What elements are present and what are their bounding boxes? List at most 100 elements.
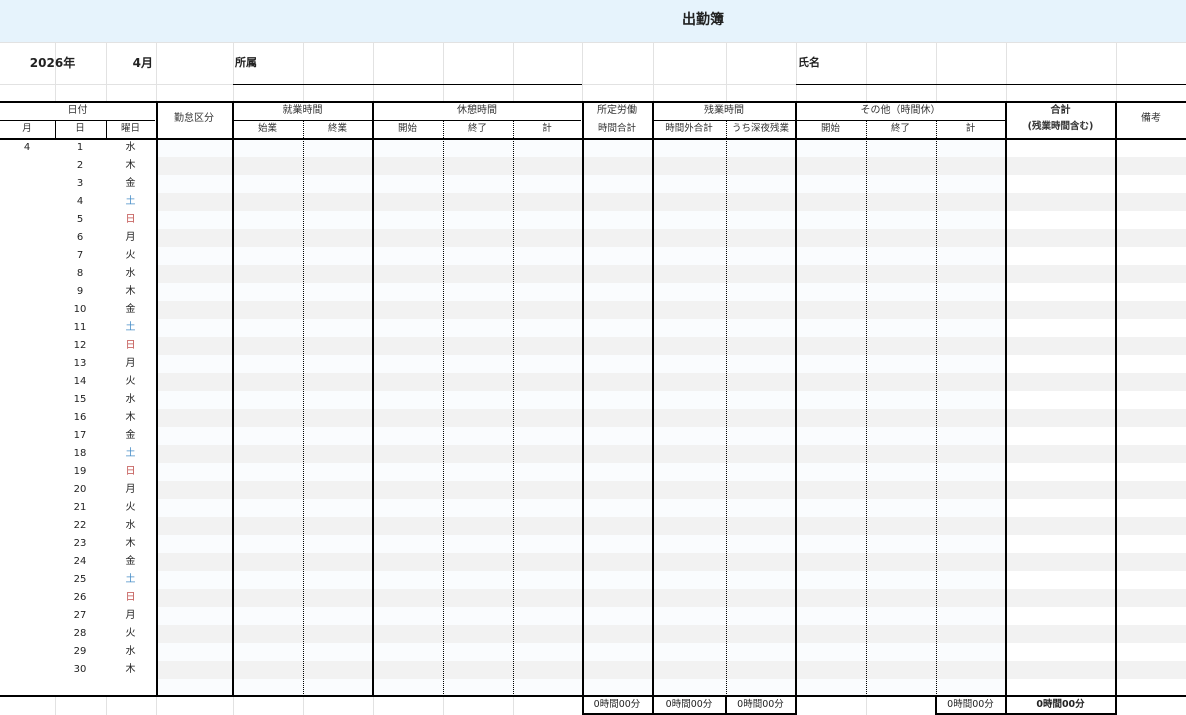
time-cell[interactable] bbox=[1006, 283, 1116, 301]
time-cell[interactable] bbox=[233, 193, 303, 211]
time-cell[interactable] bbox=[1006, 607, 1116, 625]
time-cell[interactable] bbox=[1116, 481, 1186, 499]
time-cell[interactable] bbox=[936, 607, 1006, 625]
time-cell[interactable] bbox=[513, 607, 582, 625]
time-cell[interactable] bbox=[156, 319, 233, 337]
time-cell[interactable] bbox=[653, 301, 726, 319]
time-cell[interactable] bbox=[303, 337, 373, 355]
time-cell[interactable] bbox=[936, 517, 1006, 535]
time-cell[interactable] bbox=[582, 373, 653, 391]
time-cell[interactable] bbox=[513, 211, 582, 229]
time-cell[interactable] bbox=[1006, 463, 1116, 481]
time-cell[interactable] bbox=[653, 463, 726, 481]
time-cell[interactable] bbox=[726, 463, 796, 481]
time-cell[interactable] bbox=[653, 553, 726, 571]
time-cell[interactable] bbox=[443, 175, 513, 193]
time-cell[interactable] bbox=[233, 211, 303, 229]
time-cell[interactable] bbox=[373, 337, 443, 355]
time-cell[interactable] bbox=[443, 535, 513, 553]
time-cell[interactable] bbox=[726, 157, 796, 175]
time-cell[interactable] bbox=[936, 337, 1006, 355]
time-cell[interactable] bbox=[513, 571, 582, 589]
time-cell[interactable] bbox=[373, 553, 443, 571]
time-cell[interactable] bbox=[726, 535, 796, 553]
time-cell[interactable] bbox=[796, 409, 866, 427]
time-cell[interactable] bbox=[1116, 499, 1186, 517]
time-cell[interactable] bbox=[866, 661, 936, 679]
time-cell[interactable] bbox=[796, 589, 866, 607]
time-cell[interactable] bbox=[233, 409, 303, 427]
time-cell[interactable] bbox=[156, 337, 233, 355]
time-cell[interactable] bbox=[303, 373, 373, 391]
time-cell[interactable] bbox=[653, 643, 726, 661]
time-cell[interactable] bbox=[1116, 607, 1186, 625]
time-cell[interactable] bbox=[233, 301, 303, 319]
time-cell[interactable] bbox=[936, 463, 1006, 481]
time-cell[interactable] bbox=[1116, 643, 1186, 661]
time-cell[interactable] bbox=[513, 337, 582, 355]
time-cell[interactable] bbox=[796, 211, 866, 229]
time-cell[interactable] bbox=[156, 481, 233, 499]
time-cell[interactable] bbox=[1116, 229, 1186, 247]
time-cell[interactable] bbox=[303, 391, 373, 409]
time-cell[interactable] bbox=[1006, 319, 1116, 337]
time-cell[interactable] bbox=[1006, 337, 1116, 355]
time-cell[interactable] bbox=[936, 283, 1006, 301]
time-cell[interactable] bbox=[726, 175, 796, 193]
time-cell[interactable] bbox=[443, 481, 513, 499]
time-cell[interactable] bbox=[373, 193, 443, 211]
month-cell[interactable]: 4月 bbox=[105, 42, 155, 84]
time-cell[interactable] bbox=[653, 193, 726, 211]
time-cell[interactable] bbox=[303, 589, 373, 607]
time-cell[interactable] bbox=[653, 517, 726, 535]
time-cell[interactable] bbox=[513, 643, 582, 661]
time-cell[interactable] bbox=[373, 409, 443, 427]
time-cell[interactable] bbox=[373, 499, 443, 517]
time-cell[interactable] bbox=[303, 463, 373, 481]
time-cell[interactable] bbox=[653, 211, 726, 229]
time-cell[interactable] bbox=[156, 265, 233, 283]
time-cell[interactable] bbox=[1116, 409, 1186, 427]
time-cell[interactable] bbox=[1006, 229, 1116, 247]
time-cell[interactable] bbox=[726, 373, 796, 391]
time-cell[interactable] bbox=[443, 373, 513, 391]
time-cell[interactable] bbox=[796, 607, 866, 625]
time-cell[interactable] bbox=[1116, 463, 1186, 481]
time-cell[interactable] bbox=[156, 589, 233, 607]
time-cell[interactable] bbox=[796, 625, 866, 643]
time-cell[interactable] bbox=[513, 265, 582, 283]
time-cell[interactable] bbox=[726, 211, 796, 229]
time-cell[interactable] bbox=[726, 607, 796, 625]
time-cell[interactable] bbox=[1116, 175, 1186, 193]
time-cell[interactable] bbox=[726, 481, 796, 499]
time-cell[interactable] bbox=[582, 643, 653, 661]
time-cell[interactable] bbox=[443, 607, 513, 625]
time-cell[interactable] bbox=[373, 517, 443, 535]
time-cell[interactable] bbox=[726, 265, 796, 283]
time-cell[interactable] bbox=[936, 499, 1006, 517]
time-cell[interactable] bbox=[726, 661, 796, 679]
time-cell[interactable] bbox=[443, 337, 513, 355]
time-cell[interactable] bbox=[726, 355, 796, 373]
time-cell[interactable] bbox=[1006, 571, 1116, 589]
time-cell[interactable] bbox=[1116, 247, 1186, 265]
time-cell[interactable] bbox=[796, 463, 866, 481]
time-cell[interactable] bbox=[156, 373, 233, 391]
time-cell[interactable] bbox=[726, 301, 796, 319]
time-cell[interactable] bbox=[582, 553, 653, 571]
time-cell[interactable] bbox=[1116, 337, 1186, 355]
time-cell[interactable] bbox=[653, 229, 726, 247]
time-cell[interactable] bbox=[443, 319, 513, 337]
time-cell[interactable] bbox=[1006, 193, 1116, 211]
time-cell[interactable] bbox=[156, 445, 233, 463]
time-cell[interactable] bbox=[1116, 319, 1186, 337]
time-cell[interactable] bbox=[513, 463, 582, 481]
time-cell[interactable] bbox=[936, 553, 1006, 571]
time-cell[interactable] bbox=[156, 211, 233, 229]
time-cell[interactable] bbox=[373, 625, 443, 643]
time-cell[interactable] bbox=[513, 481, 582, 499]
time-cell[interactable] bbox=[233, 463, 303, 481]
time-cell[interactable] bbox=[936, 139, 1006, 157]
time-cell[interactable] bbox=[373, 283, 443, 301]
time-cell[interactable] bbox=[233, 643, 303, 661]
